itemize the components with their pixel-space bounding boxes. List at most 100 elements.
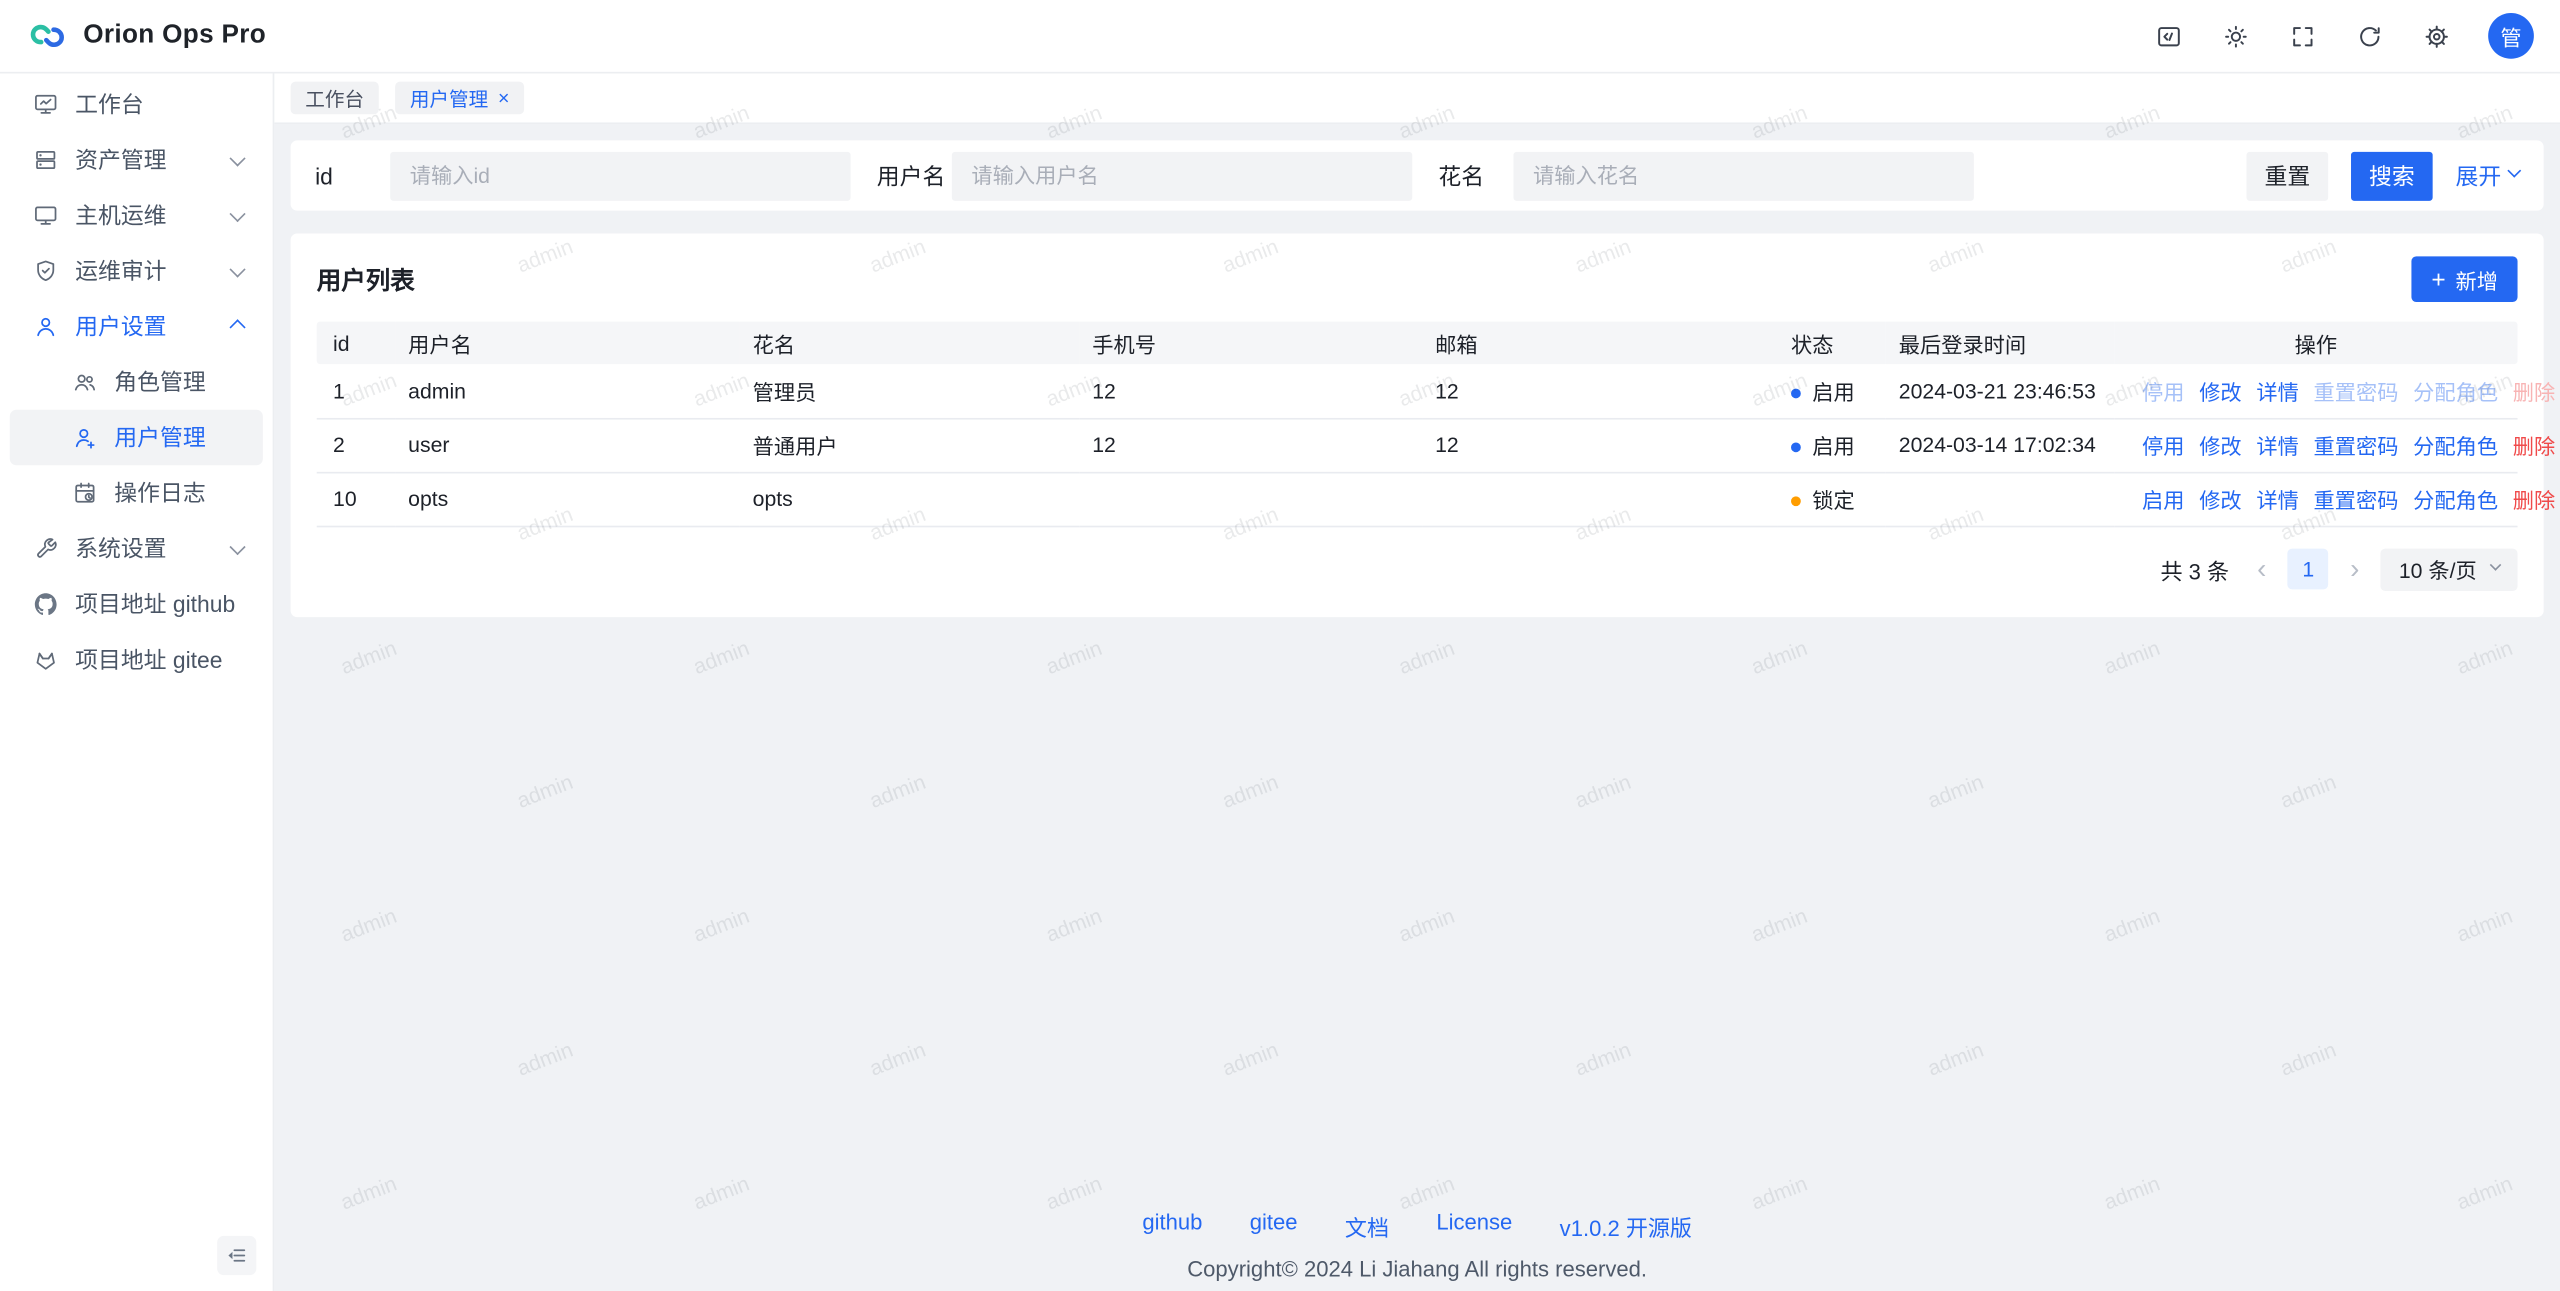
id-cell: 1 [317, 364, 395, 418]
operation-log-icon [72, 480, 98, 506]
username-cell: admin [395, 364, 739, 418]
page-number[interactable]: 1 [2288, 549, 2329, 590]
sidebar-item-operation-log[interactable]: 操作日志 [10, 465, 263, 521]
sidebar-item-host-ops[interactable]: 主机运维 [10, 188, 263, 244]
action-link[interactable]: 详情 [2256, 380, 2298, 404]
page-size-select[interactable]: 10 条/页 [2381, 548, 2518, 590]
action-link: 停用 [2142, 380, 2184, 404]
action-link[interactable]: 删除 [2513, 488, 2555, 512]
footer-link-docs[interactable]: 文档 [1345, 1210, 1389, 1243]
col-nickname: 花名 [740, 322, 1080, 364]
action-link[interactable]: 分配角色 [2413, 488, 2498, 512]
assets-icon [33, 147, 59, 173]
col-id: id [317, 322, 395, 364]
action-link[interactable]: 停用 [2142, 434, 2184, 458]
settings-gear-icon[interactable] [2421, 21, 2450, 50]
reset-button[interactable]: 重置 [2247, 151, 2329, 200]
chevron-down-icon [229, 150, 245, 166]
footer-link-license[interactable]: License [1436, 1210, 1512, 1243]
username-cell: user [395, 418, 739, 472]
refresh-icon[interactable] [2354, 21, 2383, 50]
page-title: 用户列表 [317, 262, 415, 296]
last-login-cell: 2024-03-21 23:46:53 [1886, 364, 2115, 418]
chevron-down-icon [2490, 559, 2502, 571]
user-table: id 用户名 花名 手机号 邮箱 状态 最后登录时间 操作 1admin管理员 1… [317, 322, 2518, 527]
status-dot-icon [1791, 388, 1801, 398]
action-link[interactable]: 删除 [2513, 434, 2555, 458]
action-link[interactable]: 详情 [2256, 488, 2298, 512]
next-page-icon[interactable]: › [2343, 555, 2366, 583]
id-input[interactable] [390, 151, 850, 200]
username-cell: opts [395, 472, 739, 526]
footer-link-gitee[interactable]: gitee [1250, 1210, 1298, 1243]
theme-sun-icon[interactable] [2220, 21, 2249, 50]
action-link[interactable]: 详情 [2256, 434, 2298, 458]
prev-page-icon[interactable]: ‹ [2250, 555, 2273, 583]
workbench-icon [33, 91, 59, 117]
chevron-down-icon [229, 205, 245, 221]
sidebar-item-audit[interactable]: 运维审计 [10, 243, 263, 299]
chevron-down-icon [2507, 164, 2521, 178]
nickname-cell: 普通用户 [740, 418, 1080, 472]
table-row: 2user普通用户1212启用2024-03-14 17:02:34停用修改详情… [317, 418, 2518, 472]
sidebar-item-role-mgmt[interactable]: 角色管理 [10, 354, 263, 410]
action-link[interactable]: 修改 [2199, 434, 2241, 458]
action-link[interactable]: 分配角色 [2413, 434, 2498, 458]
user-avatar[interactable]: 管 [2488, 13, 2534, 59]
sidebar-link-github[interactable]: 项目地址 github [10, 576, 263, 632]
action-link[interactable]: 修改 [2199, 380, 2241, 404]
footer-link-github[interactable]: github [1142, 1210, 1202, 1243]
action-link[interactable]: 重置密码 [2314, 488, 2399, 512]
roles-icon [72, 369, 98, 395]
col-username: 用户名 [395, 322, 739, 364]
sidebar-item-workbench[interactable]: 工作台 [10, 77, 263, 133]
search-form: id 用户名 花名 重置 搜索 展开 [291, 140, 2544, 210]
username-input[interactable] [952, 151, 1412, 200]
total-count: 共 3 条 [2160, 553, 2229, 586]
user-icon [33, 313, 59, 339]
app-header: Orion Ops Pro 管 [0, 0, 2560, 73]
page-footer: github gitee 文档 License v1.0.2 开源版 Copyr… [274, 1210, 2560, 1282]
nickname-input[interactable] [1513, 151, 1973, 200]
table-row: 10optsopts锁定启用修改详情重置密码分配角色删除 [317, 472, 2518, 526]
action-link: 删除 [2513, 380, 2555, 404]
id-cell: 2 [317, 418, 395, 472]
col-phone: 手机号 [1079, 322, 1422, 364]
sidebar-link-gitee[interactable]: 项目地址 gitee [10, 632, 263, 688]
table-header-row: id 用户名 花名 手机号 邮箱 状态 最后登录时间 操作 [317, 322, 2518, 364]
system-wrench-icon [33, 536, 59, 562]
host-ops-icon [33, 202, 59, 228]
sidebar-item-assets[interactable]: 资产管理 [10, 132, 263, 188]
status-cell: 启用 [1778, 418, 1886, 472]
nickname-cell: 管理员 [740, 364, 1080, 418]
tab-user-mgmt[interactable]: 用户管理 × [395, 82, 524, 115]
search-button[interactable]: 搜索 [2351, 151, 2433, 200]
action-link[interactable]: 重置密码 [2314, 434, 2399, 458]
sidebar-item-user-settings[interactable]: 用户设置 [10, 299, 263, 355]
expand-toggle[interactable]: 展开 [2456, 159, 2520, 192]
status-cell: 启用 [1778, 364, 1886, 418]
code-icon[interactable] [2153, 21, 2182, 50]
col-last-login: 最后登录时间 [1886, 322, 2115, 364]
sidebar-collapse-button[interactable] [217, 1236, 256, 1275]
footer-link-version[interactable]: v1.0.2 开源版 [1560, 1210, 1692, 1243]
sidebar-item-user-mgmt[interactable]: 用户管理 [10, 410, 263, 466]
tab-workbench[interactable]: 工作台 [291, 82, 379, 115]
add-user-button[interactable]: + 新增 [2412, 256, 2518, 302]
last-login-cell: 2024-03-14 17:02:34 [1886, 418, 2115, 472]
action-link: 分配角色 [2413, 380, 2498, 404]
content: id 用户名 花名 重置 搜索 展开 [274, 124, 2560, 1291]
sidebar-item-system-settings[interactable]: 系统设置 [10, 521, 263, 577]
pagination: 共 3 条 ‹ 1 › 10 条/页 [317, 548, 2518, 590]
actions-cell: 启用修改详情重置密码分配角色删除 [2114, 472, 2517, 526]
last-login-cell [1886, 472, 2115, 526]
col-email: 邮箱 [1422, 322, 1778, 364]
close-icon[interactable]: × [498, 88, 509, 108]
search-actions: 重置 搜索 展开 [2247, 151, 2520, 200]
action-link[interactable]: 启用 [2142, 488, 2184, 512]
tab-bar: 工作台 用户管理 × [274, 73, 2560, 124]
action-link[interactable]: 修改 [2199, 488, 2241, 512]
fullscreen-icon[interactable] [2287, 21, 2316, 50]
copyright-text: Copyright© 2024 Li Jiahang All rights re… [274, 1257, 2560, 1281]
menu-fold-icon [225, 1244, 248, 1267]
